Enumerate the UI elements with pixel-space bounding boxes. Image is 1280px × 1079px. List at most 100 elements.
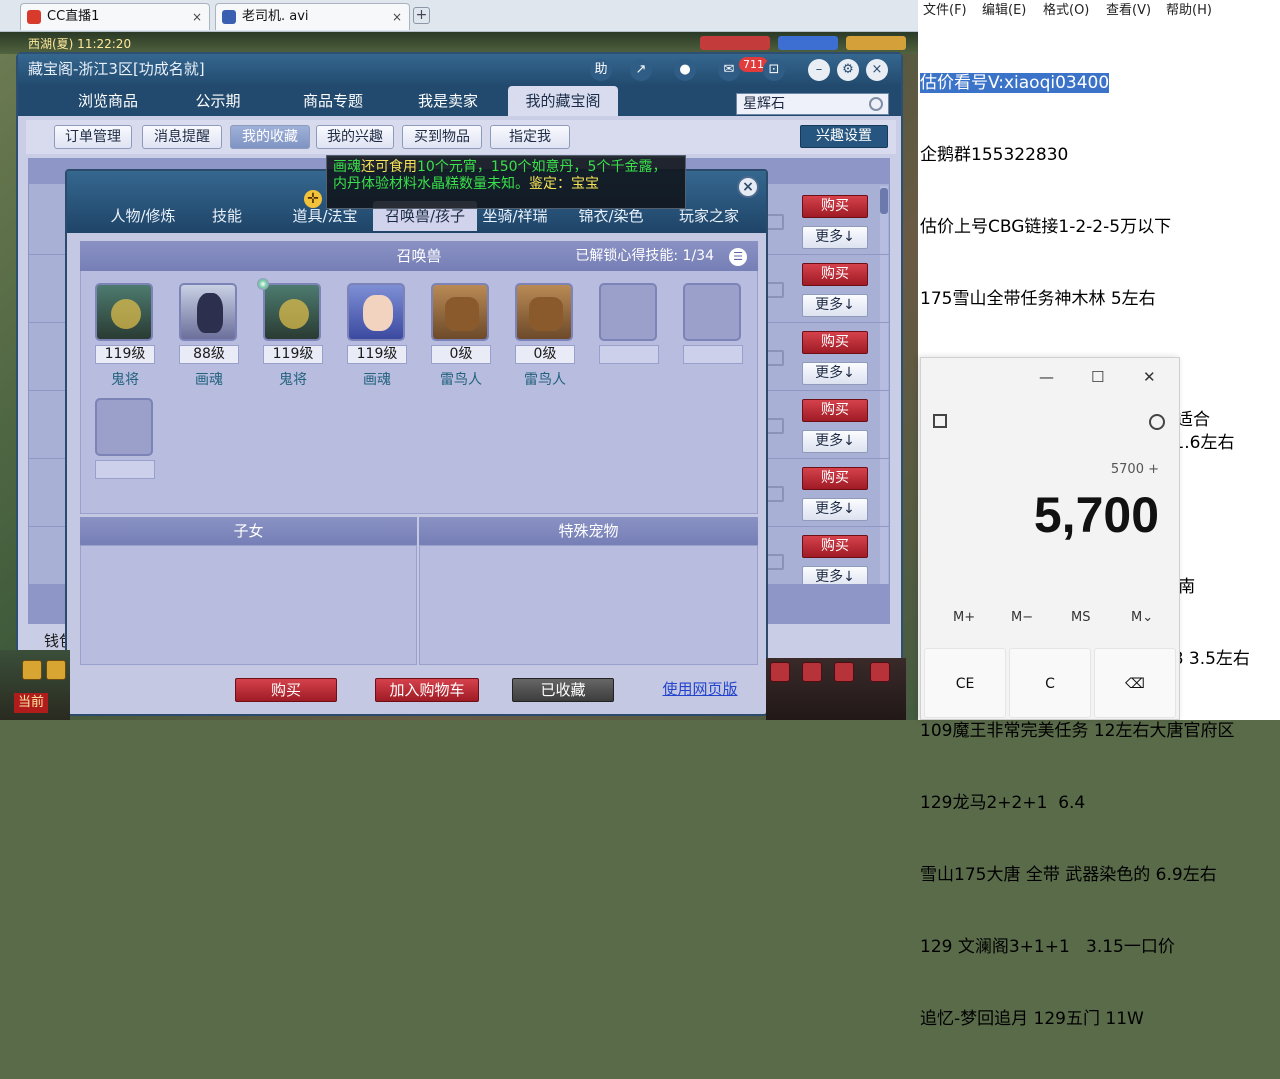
cart-icon[interactable]: ⊡ <box>763 59 785 81</box>
row-buy-button[interactable]: 购买 <box>802 331 868 354</box>
message-reminder-button[interactable]: 消息提醒 <box>142 125 222 149</box>
clear-entry-button[interactable]: CE <box>924 648 1006 718</box>
search-icon[interactable] <box>869 97 883 111</box>
row-more-button[interactable]: 更多↓ <box>802 226 868 249</box>
cart-icon[interactable] <box>766 554 784 570</box>
tab-topics[interactable]: 商品专题 <box>278 86 388 116</box>
notepad-line: 129龙马2+2+1 6.4 <box>920 793 1086 813</box>
share-icon[interactable]: ↗ <box>630 59 652 81</box>
row-buy-button[interactable]: 购买 <box>802 467 868 490</box>
pet-slot[interactable]: 119级 鬼将 <box>95 283 155 389</box>
menu-edit[interactable]: 编辑(E) <box>982 0 1026 22</box>
close-icon[interactable]: × <box>866 59 888 81</box>
row-more-button[interactable]: 更多↓ <box>802 498 868 521</box>
children-header: 子女 <box>80 517 417 545</box>
row-more-button[interactable]: 更多↓ <box>802 430 868 453</box>
mp-bar <box>778 36 838 50</box>
buy-button[interactable]: 购买 <box>235 678 337 702</box>
row-buy-button[interactable]: 购买 <box>802 263 868 286</box>
tab-label: CC直播1 <box>47 9 100 24</box>
hud-list-icon[interactable] <box>834 662 854 682</box>
cc-logo-icon <box>27 10 41 24</box>
row-buy-button[interactable]: 购买 <box>802 399 868 422</box>
browser-tab-cc[interactable]: CC直播1 × <box>20 3 210 30</box>
hud-gear-icon[interactable] <box>870 662 890 682</box>
tab-public[interactable]: 公示期 <box>168 86 268 116</box>
pet-tooltip: 画魂还可食用10个元宵，150个如意丹，5个千金露， 内丹体验材料水晶糕数量未知… <box>326 155 686 209</box>
clear-button[interactable]: C <box>1009 648 1091 718</box>
row-more-button[interactable]: 更多↓ <box>802 294 868 317</box>
browser-tab-video[interactable]: 老司机. avi × <box>215 3 410 30</box>
current-channel-label[interactable]: 当前 <box>14 693 48 713</box>
designated-me-button[interactable]: 指定我 <box>490 125 570 149</box>
minimize-icon[interactable]: – <box>808 59 830 81</box>
pet-slot[interactable]: 88级 画魂 <box>179 283 239 389</box>
pet-name: 雷鸟人 <box>440 372 482 388</box>
pet-slot[interactable]: 119级 鬼将 <box>263 283 323 389</box>
hp-bar <box>700 36 770 50</box>
hud-up-icon[interactable] <box>46 660 66 680</box>
memory-add-button[interactable]: M+ <box>953 610 975 625</box>
tab-seller[interactable]: 我是卖家 <box>396 86 500 116</box>
message-icon[interactable]: ✉ <box>718 59 740 81</box>
minimize-icon[interactable]: — <box>1039 368 1054 386</box>
menu-file[interactable]: 文件(F) <box>923 0 967 22</box>
backspace-button[interactable]: ⌫ <box>1094 648 1176 718</box>
row-buy-button[interactable]: 购买 <box>802 535 868 558</box>
search-value: 星辉石 <box>743 96 785 112</box>
my-interests-button[interactable]: 我的兴趣 <box>316 125 394 149</box>
memory-subtract-button[interactable]: M− <box>1011 610 1033 625</box>
special-pets-panel <box>419 545 758 665</box>
help-button[interactable]: 助 <box>590 59 612 81</box>
add-to-cart-button[interactable]: 加入购物车 <box>375 678 479 702</box>
cart-icon[interactable] <box>766 282 784 298</box>
cart-icon[interactable] <box>766 418 784 434</box>
list-menu-icon[interactable]: ☰ <box>729 248 747 266</box>
menu-view[interactable]: 查看(V) <box>1106 0 1151 22</box>
close-tab-icon[interactable]: × <box>192 4 202 30</box>
row-more-button[interactable]: 更多↓ <box>802 362 868 385</box>
history-icon[interactable] <box>1149 414 1165 430</box>
collected-button[interactable]: 已收藏 <box>512 678 614 702</box>
scroll-thumb[interactable] <box>880 188 888 214</box>
pet-slot[interactable]: 0级 雷鸟人 <box>431 283 491 389</box>
close-tab-icon[interactable]: × <box>392 4 402 30</box>
calc-display: 5,700 <box>1033 487 1159 543</box>
maximize-icon[interactable]: ☐ <box>1091 368 1104 386</box>
notepad-line: 估价上号CBG链接1-2-2-5万以下 <box>920 217 1172 237</box>
interest-settings-button[interactable]: 兴趣设置 <box>800 125 888 148</box>
cart-icon[interactable] <box>766 486 784 502</box>
keep-on-top-icon[interactable] <box>933 414 947 428</box>
order-management-button[interactable]: 订单管理 <box>54 125 132 149</box>
memory-list-button[interactable]: M⌄ <box>1131 610 1153 625</box>
cart-icon[interactable] <box>766 214 784 230</box>
record-icon[interactable]: ● <box>674 59 696 81</box>
tab-skills[interactable]: 技能 <box>199 201 255 231</box>
bought-items-button[interactable]: 买到物品 <box>402 125 482 149</box>
tab-browse[interactable]: 浏览商品 <box>58 86 158 116</box>
new-tab-button[interactable]: + <box>413 7 430 24</box>
pet-level: 0级 <box>515 345 575 364</box>
my-favorites-button[interactable]: 我的收藏 <box>230 125 310 149</box>
popup-close-icon[interactable]: × <box>737 176 759 198</box>
memory-store-button[interactable]: MS <box>1071 610 1090 625</box>
menu-help[interactable]: 帮助(H) <box>1166 0 1212 22</box>
notepad-line: 企鹅群155322830 <box>920 145 1069 165</box>
menu-format[interactable]: 格式(O) <box>1043 0 1089 22</box>
hud-bag-icon[interactable] <box>802 662 822 682</box>
close-icon[interactable]: ✕ <box>1143 368 1156 386</box>
row-buy-button[interactable]: 购买 <box>802 195 868 218</box>
summons-header: 召唤兽 已解锁心得技能: 1/34 <box>80 241 758 271</box>
pet-slot[interactable]: 119级 画魂 <box>347 283 407 389</box>
hud-arrow-icon[interactable] <box>22 660 42 680</box>
tab-my-cbg[interactable]: 我的藏宝阁 <box>508 86 618 116</box>
cart-icon[interactable] <box>766 350 784 366</box>
web-version-link[interactable]: 使用网页版 <box>655 678 745 702</box>
map-time: 西湖(夏) 11:22:20 <box>28 37 132 51</box>
tab-character[interactable]: 人物/修炼 <box>87 201 199 231</box>
hud-menu-icon[interactable] <box>770 662 790 682</box>
notepad-line: 雪山175大唐 全带 武器染色的 6.9左右 <box>920 865 1217 885</box>
pet-slot[interactable]: 0级 雷鸟人 <box>515 283 575 389</box>
settings-gear-icon[interactable]: ⚙ <box>837 59 859 81</box>
search-input[interactable]: 星辉石 <box>736 93 889 115</box>
